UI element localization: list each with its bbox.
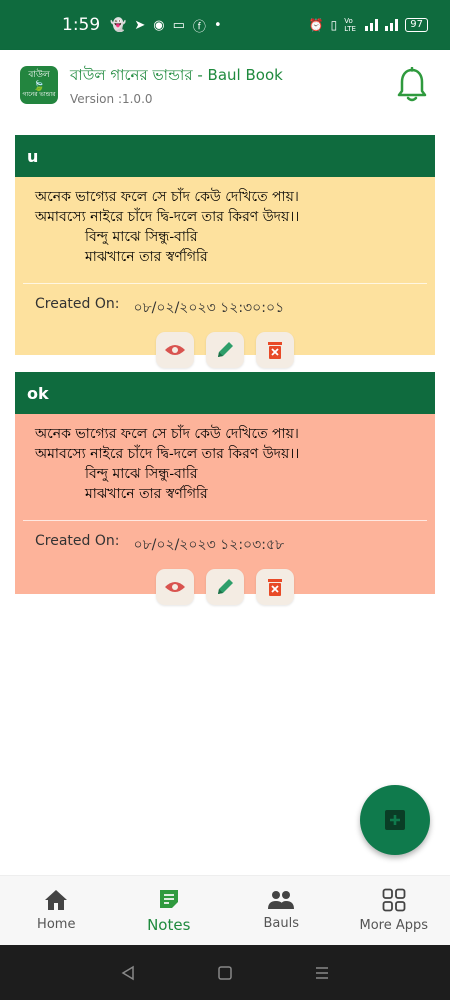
note-line: অনেক ভাগ্যের ফলে সে চাঁদ কেউ দেখিতে পায়… [35, 426, 299, 442]
back-icon[interactable] [120, 965, 136, 981]
nav-notes[interactable]: Notes [113, 876, 226, 945]
created-value: ০৮/০২/২০২৩ ১২:০৩:৫৮ [133, 537, 285, 553]
app-logo: বাউল 🍃 গানের ভান্ডার [20, 66, 58, 104]
note-title: u [15, 135, 435, 177]
system-nav-bar [0, 945, 450, 1000]
app-version: Version :1.0.0 [70, 92, 153, 106]
note-card: u অনেক ভাগ্যের ফলে সে চাঁদ কেউ দেখিতে পা… [15, 135, 435, 368]
add-note-button[interactable] [360, 785, 430, 855]
bottom-nav: Home Notes Bauls More Apps [0, 875, 450, 945]
signal-2-icon [385, 19, 399, 31]
notification-icons: 👻 ➤ ◉ ▭ ⓕ • [110, 16, 221, 35]
note-line: অমাবস্যে নাইরে চাঁদে দ্বি-দলে তার কিরণ উ… [35, 446, 300, 462]
app-header: বাউল 🍃 গানের ভান্ডার বাউল গানের ভান্ডার … [0, 50, 450, 120]
note-text: অনেক ভাগ্যের ফলে সে চাঁদ কেউ দেখিতে পায়… [35, 424, 415, 504]
system-status-icons: ⏰ ▯ Vo LTE 97 [309, 17, 428, 33]
logo-text-bottom: গানের ভান্ডার [22, 91, 56, 99]
nav-label: More Apps [359, 918, 429, 933]
nav-home[interactable]: Home [0, 876, 113, 945]
pencil-icon [218, 579, 233, 594]
note-body: অনেক ভাগ্যের ফলে সে চাঁদ কেউ দেখিতে পায়… [15, 414, 435, 605]
note-actions [35, 569, 415, 611]
created-row: Created On: ০৮/০২/২০২৩ ১২:০৩:৫৮ [35, 533, 415, 557]
nav-bauls[interactable]: Bauls [225, 876, 338, 945]
bell-icon [397, 67, 427, 102]
note-line: বিন্দু মাঝে সিন্ধু-বারি [85, 229, 198, 245]
note-line: মাঝখানে তার স্বর্ণগিরি [85, 249, 208, 265]
volte-label: Vo LTE [344, 17, 356, 33]
eye-icon [165, 582, 185, 592]
created-label: Created On: [35, 533, 120, 549]
snapchat-icon: 👻 [110, 17, 127, 33]
app-icon: ▭ [172, 17, 185, 33]
nav-label: Bauls [263, 916, 299, 931]
recents-icon[interactable] [314, 965, 330, 981]
telegram-icon: ➤ [134, 17, 146, 33]
notes-list: u অনেক ভাগ্যের ফলে সে চাঁদ কেউ দেখিতে পা… [0, 120, 450, 875]
people-icon [268, 891, 295, 909]
note-text: অনেক ভাগ্যের ফলে সে চাঁদ কেউ দেখিতে পায়… [35, 187, 415, 267]
created-label: Created On: [35, 296, 120, 312]
logo-text-top: বাউল [28, 70, 50, 81]
edit-button[interactable] [206, 332, 244, 368]
note-actions [35, 332, 415, 374]
created-value: ০৮/০২/২০২৩ ১২:৩০:০১ [133, 300, 285, 316]
messenger-icon: ◉ [153, 17, 165, 33]
facebook-icon: ⓕ [192, 19, 206, 35]
nav-label: Notes [147, 915, 191, 934]
note-body: অনেক ভাগ্যের ফলে সে চাঁদ কেউ দেখিতে পায়… [15, 177, 435, 368]
eye-icon [165, 345, 185, 355]
note-card: ok অনেক ভাগ্যের ফলে সে চাঁদ কেউ দেখিতে প… [15, 372, 435, 605]
note-line: অমাবস্যে নাইরে চাঁদে দ্বি-দলে তার কিরণ উ… [35, 209, 300, 225]
home-square-icon[interactable] [217, 965, 233, 981]
grid-icon [382, 888, 406, 912]
delete-button[interactable] [256, 332, 294, 368]
alarm-icon: ⏰ [308, 18, 324, 32]
note-divider [23, 283, 427, 284]
home-icon [45, 890, 68, 910]
view-button[interactable] [156, 332, 194, 368]
app-title-block: বাউল গানের ভান্ডার - Baul Book Version :… [70, 64, 283, 106]
nav-label: Home [37, 917, 76, 932]
view-button[interactable] [156, 569, 194, 605]
vibrate-icon: ▯ [330, 18, 338, 32]
notes-icon [159, 889, 178, 908]
note-divider [23, 520, 427, 521]
pencil-icon [218, 342, 233, 357]
created-row: Created On: ০৮/০২/২০২৩ ১২:৩০:০১ [35, 296, 415, 320]
notification-bell-button[interactable] [394, 65, 430, 105]
note-line: অনেক ভাগ্যের ফলে সে চাঁদ কেউ দেখিতে পায়… [35, 189, 299, 205]
nav-more-apps[interactable]: More Apps [338, 876, 450, 945]
signal-icon [365, 19, 379, 31]
more-dot-icon: • [213, 17, 222, 33]
trash-icon [268, 342, 282, 359]
status-time: 1:59 [62, 15, 101, 35]
note-line: মাঝখানে তার স্বর্ণগিরি [85, 486, 208, 502]
edit-button[interactable] [206, 569, 244, 605]
add-note-icon [385, 810, 405, 830]
note-line: বিন্দু মাঝে সিন্ধু-বারি [85, 466, 198, 482]
delete-button[interactable] [256, 569, 294, 605]
battery-icon: 97 [405, 18, 428, 32]
app-title: বাউল গানের ভান্ডার - Baul Book [70, 66, 283, 84]
note-title: ok [15, 372, 435, 414]
trash-icon [268, 579, 282, 596]
status-bar: 1:59 👻 ➤ ◉ ▭ ⓕ • ⏰ ▯ Vo LTE 97 [0, 0, 450, 50]
